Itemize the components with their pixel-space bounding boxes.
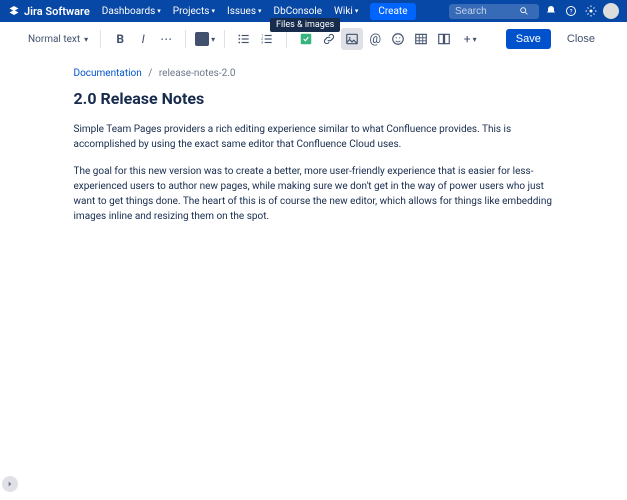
chevron-down-icon: ▾ [157, 7, 161, 15]
create-button[interactable]: Create [370, 3, 415, 20]
search-icon [519, 6, 529, 16]
more-formatting-button[interactable]: ⋯ [155, 28, 177, 50]
jira-logo[interactable]: Jira Software [8, 5, 90, 18]
nav-wiki-label: Wiki [334, 6, 353, 17]
breadcrumb: Documentation / release-notes-2.0 [74, 68, 554, 79]
settings-icon[interactable] [583, 3, 599, 19]
bullet-list-button[interactable] [233, 28, 255, 50]
chevron-down-icon: ▾ [211, 35, 215, 44]
nav-issues-label: Issues [227, 6, 256, 17]
editor-body: Documentation / release-notes-2.0 2.0 Re… [0, 56, 627, 248]
nav-dbconsole[interactable]: DbConsole [270, 4, 327, 19]
avatar[interactable] [603, 3, 619, 19]
breadcrumb-separator: / [148, 68, 152, 79]
jira-icon [8, 5, 20, 17]
breadcrumb-current: release-notes-2.0 [159, 68, 236, 79]
separator [185, 30, 186, 48]
close-button[interactable]: Close [559, 29, 603, 49]
save-button[interactable]: Save [506, 29, 551, 49]
text-style-select[interactable]: Normal text ▾ [24, 32, 92, 47]
expand-sidebar-button[interactable] [2, 476, 18, 492]
chevron-down-icon: ▾ [473, 35, 477, 44]
files-images-button[interactable] [341, 28, 363, 50]
nav-dashboards[interactable]: Dashboards▾ [98, 4, 165, 19]
nav-dbconsole-label: DbConsole [274, 6, 323, 17]
mention-button[interactable]: @ [364, 28, 386, 50]
emoji-button[interactable] [387, 28, 409, 50]
nav-issues[interactable]: Issues▾ [223, 4, 266, 19]
separator [286, 30, 287, 48]
text-color-button[interactable]: ▾ [194, 28, 216, 50]
search-box[interactable] [449, 4, 539, 19]
separator [100, 30, 101, 48]
table-button[interactable] [410, 28, 432, 50]
separator [224, 30, 225, 48]
nav-projects[interactable]: Projects▾ [169, 4, 219, 19]
notifications-icon[interactable] [543, 3, 559, 19]
layouts-button[interactable] [433, 28, 455, 50]
chevron-down-icon: ▾ [355, 7, 359, 15]
chevron-down-icon: ▾ [211, 7, 215, 15]
color-swatch [195, 32, 209, 46]
help-icon[interactable]: ? [563, 3, 579, 19]
document[interactable]: Documentation / release-notes-2.0 2.0 Re… [74, 68, 554, 224]
svg-text:?: ? [570, 9, 573, 16]
insert-menu-button[interactable]: +▾ [456, 28, 484, 50]
svg-text:3: 3 [261, 41, 263, 45]
bold-button[interactable]: B [109, 28, 131, 50]
paragraph-2[interactable]: The goal for this new version was to cre… [74, 164, 554, 224]
breadcrumb-parent[interactable]: Documentation [74, 68, 142, 79]
nav-dashboards-label: Dashboards [102, 6, 156, 17]
text-style-label: Normal text [28, 34, 80, 45]
chevron-right-icon [6, 480, 14, 488]
page-title[interactable]: 2.0 Release Notes [74, 89, 554, 108]
italic-button[interactable]: I [132, 28, 154, 50]
nav-projects-label: Projects [173, 6, 210, 17]
search-input[interactable] [455, 6, 515, 17]
product-name: Jira Software [24, 5, 90, 18]
paragraph-1[interactable]: Simple Team Pages providers a rich editi… [74, 122, 554, 152]
nav-wiki[interactable]: Wiki▾ [330, 4, 362, 19]
chevron-down-icon: ▾ [84, 35, 88, 44]
tooltip-files-images: Files & images [270, 18, 340, 32]
chevron-down-icon: ▾ [258, 7, 262, 15]
